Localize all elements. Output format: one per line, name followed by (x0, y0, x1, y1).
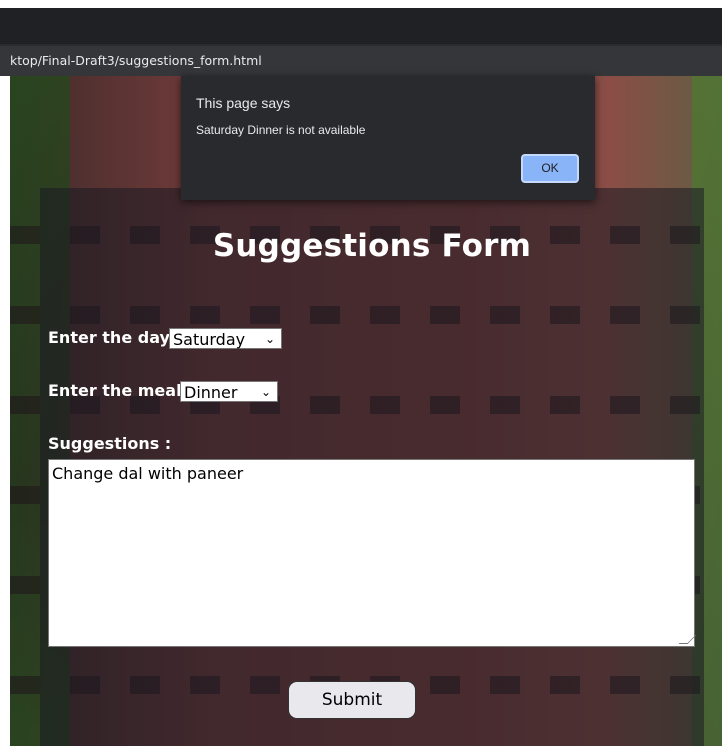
address-bar[interactable]: ktop/Final-Draft3/suggestions_form.html (0, 44, 722, 76)
dialog-message: Saturday Dinner is not available (196, 123, 366, 137)
day-select[interactable]: Saturday ⌄ (169, 328, 282, 349)
meal-select[interactable]: Dinner ⌄ (180, 381, 278, 402)
resize-grip-icon[interactable] (678, 635, 697, 644)
chevron-down-icon: ⌄ (264, 332, 275, 346)
browser-tab-bar (0, 8, 722, 44)
alert-dialog: This page says Saturday Dinner is not av… (181, 76, 595, 200)
ok-button[interactable]: OK (521, 154, 579, 183)
submit-button[interactable]: Submit (288, 681, 416, 719)
day-label: Enter the day : (48, 328, 182, 347)
chevron-down-icon: ⌄ (260, 385, 271, 399)
suggestions-textarea[interactable]: Change dal with paneer (48, 459, 697, 647)
meal-select-value: Dinner (184, 383, 238, 402)
suggestions-text: Change dal with paneer (52, 464, 244, 483)
day-select-value: Saturday (173, 330, 246, 349)
meal-label: Enter the meal : (48, 381, 194, 400)
form-title: Suggestions Form (212, 228, 532, 264)
suggestions-form: Suggestions Form Enter the day : Saturda… (40, 188, 704, 746)
suggestions-label: Suggestions : (48, 434, 172, 453)
address-url[interactable]: ktop/Final-Draft3/suggestions_form.html (0, 53, 262, 68)
dialog-title: This page says (196, 95, 291, 111)
